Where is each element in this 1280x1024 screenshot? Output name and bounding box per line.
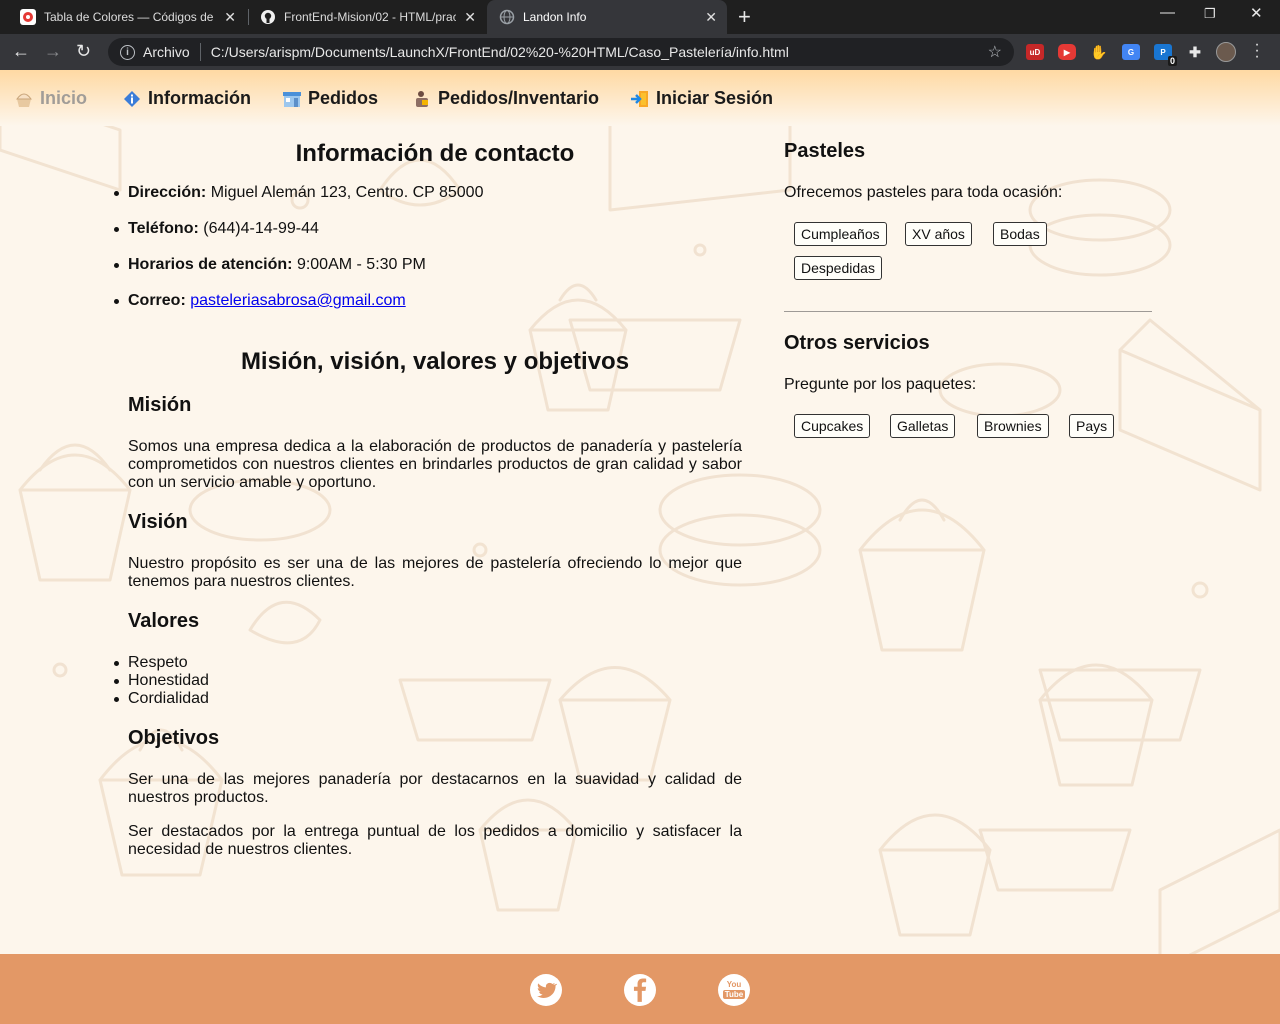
list-item: Dirección: Miguel Alemán 123, Centro. CP… [113, 184, 484, 220]
nav-item-label: Inicio [40, 88, 88, 108]
hours-label: Horarios de atención: [128, 256, 293, 273]
vision-title: Visión [128, 511, 188, 533]
tag-pays[interactable]: Pays [1069, 414, 1115, 438]
close-icon[interactable]: ✕ [464, 9, 476, 26]
info-icon[interactable]: i [120, 44, 135, 60]
tab-title: Landon Info [523, 10, 587, 24]
browser-tab[interactable]: FrontEnd-Mision/02 - HTML/prac ✕ [248, 0, 486, 34]
pasteles-lead: Ofrecemos pasteles para toda ocasión: [784, 184, 1063, 201]
email-label: Correo: [128, 292, 186, 309]
objetivo-text: Ser destacados por la entrega puntual de… [128, 823, 742, 858]
contact-list: Dirección: Miguel Alemán 123, Centro. CP… [113, 184, 484, 328]
browser-tab[interactable]: Tabla de Colores — Códigos de C ✕ [8, 0, 246, 34]
translate-extension-icon[interactable]: G [1122, 44, 1140, 60]
phone-value: (644)4-14-99-44 [203, 220, 319, 237]
avatar[interactable] [1216, 42, 1236, 62]
facebook-icon[interactable] [624, 974, 656, 1006]
hand-extension-icon[interactable]: ✋ [1090, 44, 1108, 60]
tag-bodas[interactable]: Bodas [993, 222, 1047, 246]
nav-item-pedidos-inventario[interactable]: Pedidos/Inventario [412, 88, 599, 109]
vision-text: Nuestro propósito es ser una de las mejo… [128, 555, 742, 590]
new-tab-icon[interactable]: + [738, 4, 751, 30]
page-viewport: Inicio Información Pedidos Pedidos/Inven… [0, 70, 1280, 1024]
cupcake-home-icon [16, 93, 32, 107]
tag-despedidas[interactable]: Despedidas [794, 256, 882, 280]
omnibox-divider [199, 43, 201, 61]
youtube-text-top: You [726, 980, 742, 989]
forward-icon[interactable]: → [44, 41, 62, 62]
mision-text: Somos una empresa dedica a la elaboració… [128, 438, 742, 491]
nav-item-pedidos[interactable]: Pedidos [282, 88, 378, 109]
list-item: Horarios de atención: 9:00AM - 5:30 PM [113, 256, 483, 292]
list-item: Cordialidad [114, 690, 209, 707]
close-icon[interactable]: ✕ [224, 9, 236, 26]
nav-item-iniciar-sesion[interactable]: Iniciar Sesión [630, 88, 773, 109]
scheme-label: Archivo [143, 44, 190, 60]
nav-item-label: Iniciar Sesión [656, 88, 774, 108]
email-link[interactable]: pasteleriasabrosa@gmail.com [190, 292, 405, 309]
hours-value: 9:00AM - 5:30 PM [296, 256, 426, 273]
address-bar[interactable]: i Archivo C:/Users/arispm/Documents/Laun… [108, 38, 1014, 66]
tab-title: FrontEnd-Mision/02 - HTML/prac [284, 10, 457, 24]
valores-list: Respeto Honestidad Cordialidad [114, 654, 209, 708]
otros-lead: Pregunte por los paquetes: [784, 376, 977, 393]
section-divider [784, 311, 1152, 312]
footer: You Tube [0, 954, 1280, 1024]
pasteles-title: Pasteles [784, 140, 866, 162]
url-text[interactable]: C:/Users/arispm/Documents/LaunchX/FrontE… [211, 44, 988, 60]
back-icon[interactable]: ← [12, 41, 30, 62]
phone-label: Teléfono: [128, 220, 199, 237]
youtube-text-bottom: Tube [722, 990, 746, 999]
address-value: Miguel Alemán 123, Centro. CP 85000 [210, 184, 484, 201]
tab-title: Tabla de Colores — Códigos de C [44, 10, 217, 24]
extension-badge-icon[interactable]: P 0 [1154, 44, 1177, 66]
store-icon [283, 91, 301, 107]
browser-toolbar: ← → ↻ i Archivo C:/Users/arispm/Document… [0, 34, 1280, 70]
twitter-icon[interactable] [530, 974, 562, 1006]
tag-xv-anos[interactable]: XV años [905, 222, 972, 246]
nav-item-informacion[interactable]: Información [122, 88, 251, 109]
tag-brownies[interactable]: Brownies [977, 414, 1049, 438]
nav-item-inicio[interactable]: Inicio [14, 88, 87, 109]
extension-badge-count: 0 [1167, 56, 1177, 66]
login-door-icon [631, 90, 648, 107]
browser-tabstrip: Tabla de Colores — Códigos de C ✕ FrontE… [0, 0, 1280, 34]
globe-icon [499, 9, 515, 25]
nav-item-label: Información [148, 88, 252, 108]
nav-item-label: Pedidos [308, 88, 379, 108]
valores-title: Valores [128, 610, 200, 632]
bookmark-star-icon[interactable]: ☆ [988, 42, 1002, 62]
ublock-extension-icon[interactable]: uD [1026, 44, 1044, 60]
mission-heading: Misión, visión, valores y objetivos [240, 348, 630, 375]
youtube-icon[interactable]: You Tube [718, 974, 750, 1006]
puzzle-extensions-icon[interactable]: ✚ [1186, 44, 1204, 60]
menu-dots-icon[interactable]: · · · [1252, 37, 1262, 65]
info-diamond-icon [124, 90, 140, 107]
tag-cupcakes[interactable]: Cupcakes [794, 414, 871, 438]
delivery-person-icon [416, 90, 428, 107]
nav-item-label: Pedidos/Inventario [438, 88, 600, 108]
list-item: Honestidad [114, 672, 209, 689]
address-label: Dirección: [128, 184, 207, 201]
browser-tab-active[interactable]: Landon Info ✕ [487, 0, 727, 34]
close-icon[interactable]: ✕ [705, 9, 717, 26]
list-item: Correo: pasteleriasabrosa@gmail.com [113, 292, 483, 328]
list-item: Respeto [114, 654, 209, 672]
mision-title: Misión [128, 394, 192, 416]
close-window-icon[interactable]: ✕ [1250, 4, 1263, 22]
github-icon [260, 9, 276, 25]
list-item: Teléfono: (644)4-14-99-44 [113, 220, 483, 256]
red-circle-icon [20, 9, 36, 25]
restore-icon[interactable]: ❐ [1204, 6, 1216, 22]
otros-title: Otros servicios [784, 332, 930, 354]
site-nav: Inicio Información Pedidos Pedidos/Inven… [0, 70, 1280, 126]
tag-galletas[interactable]: Galletas [890, 414, 956, 438]
objetivo-text: Ser una de las mejores panadería por des… [128, 771, 742, 806]
contact-heading: Información de contacto [295, 140, 575, 167]
reload-icon[interactable]: ↻ [76, 41, 91, 62]
objetivos-title: Objetivos [128, 727, 220, 749]
minimize-icon[interactable]: — [1160, 4, 1175, 21]
video-extension-icon[interactable]: ▶ [1058, 44, 1076, 60]
tag-cumpleanos[interactable]: Cumpleaños [794, 222, 887, 246]
